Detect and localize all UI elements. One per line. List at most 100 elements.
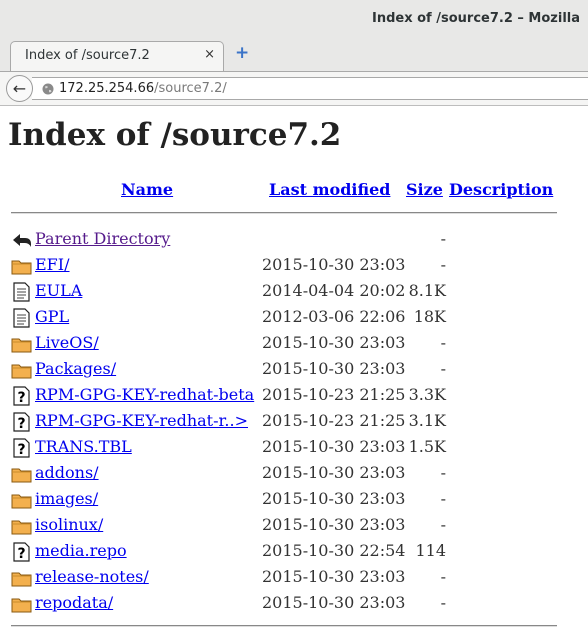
file-link[interactable]: Parent Directory: [35, 229, 170, 248]
file-size: 8.1K: [408, 281, 446, 300]
navigation-bar: 172.25.254.66/source7.2/ ←: [0, 72, 588, 106]
footer-divider: [11, 625, 557, 627]
file-row: addons/2015-10-30 23:03 -: [0, 460, 588, 486]
last-modified: 2015-10-30 23:03: [262, 489, 406, 508]
last-modified: 2015-10-23 21:25: [262, 411, 406, 430]
tab-label: Index of /source7.2: [25, 48, 150, 63]
file-row: Parent Directory -: [0, 226, 588, 252]
file-size: -: [440, 515, 446, 534]
tab-strip: Index of /source7.2 ×: [0, 38, 588, 72]
file-link[interactable]: TRANS.TBL: [35, 437, 132, 456]
file-row: repodata/2015-10-30 23:03 -: [0, 590, 588, 616]
last-modified: 2015-10-30 23:03: [262, 359, 406, 378]
window-title: Index of /source7.2 – Mozilla: [372, 11, 580, 26]
last-modified: 2015-10-30 22:54: [262, 541, 406, 560]
file-size: -: [440, 567, 446, 586]
file-link[interactable]: EULA: [35, 281, 82, 300]
file-link[interactable]: RPM-GPG-KEY-redhat-r..>: [35, 411, 248, 430]
window-titlebar: Index of /source7.2 – Mozilla: [0, 0, 588, 38]
folder-icon: [11, 490, 33, 510]
file-size: 114: [415, 541, 446, 560]
file-row: GPL 2012-03-06 22:06 18K: [0, 304, 588, 330]
svg-text:?: ?: [17, 390, 25, 406]
last-modified: 2015-10-23 21:25: [262, 385, 406, 404]
file-link[interactable]: repodata/: [35, 593, 113, 612]
back-icon: [11, 230, 33, 250]
file-row: EULA 2014-04-04 20:02 8.1K: [0, 278, 588, 304]
file-size: 3.1K: [408, 411, 446, 430]
folder-icon: [11, 464, 33, 484]
file-size: -: [440, 489, 446, 508]
file-row: Packages/2015-10-30 23:03 -: [0, 356, 588, 382]
column-header-size[interactable]: Size: [406, 180, 443, 199]
page-heading: Index of /source7.2: [8, 117, 342, 153]
file-size: -: [440, 463, 446, 482]
file-row: EFI/2015-10-30 23:03 -: [0, 252, 588, 278]
unknown-file-icon: ?: [11, 542, 33, 562]
last-modified: 2015-10-30 23:03: [262, 593, 406, 612]
last-modified: 2012-03-06 22:06: [262, 307, 406, 326]
file-row: ? RPM-GPG-KEY-redhat-r..> 2015-10-23 21:25…: [0, 408, 588, 434]
column-header-last-modified[interactable]: Last modified: [269, 180, 390, 199]
tab-close-icon[interactable]: ×: [204, 47, 215, 62]
unknown-file-icon: ?: [11, 438, 33, 458]
header-divider: [11, 212, 557, 214]
page-content: Index of /source7.2 Name Last modified S…: [0, 107, 588, 638]
file-link[interactable]: release-notes/: [35, 567, 149, 586]
file-size: -: [440, 333, 446, 352]
last-modified: 2015-10-30 23:03: [262, 255, 406, 274]
file-row: isolinux/2015-10-30 23:03 -: [0, 512, 588, 538]
file-size: 18K: [413, 307, 446, 326]
file-row: ? TRANS.TBL 2015-10-30 23:03 1.5K: [0, 434, 588, 460]
file-link[interactable]: isolinux/: [35, 515, 103, 534]
last-modified: 2015-10-30 23:03: [262, 463, 406, 482]
file-link[interactable]: GPL: [35, 307, 69, 326]
svg-text:?: ?: [17, 416, 25, 432]
file-row: LiveOS/2015-10-30 23:03 -: [0, 330, 588, 356]
column-header-description[interactable]: Description: [449, 180, 553, 199]
folder-icon: [11, 334, 33, 354]
folder-icon: [11, 256, 33, 276]
file-size: -: [440, 255, 446, 274]
url-host: 172.25.254.66: [59, 81, 155, 96]
url-text: 172.25.254.66/source7.2/: [59, 81, 227, 96]
last-modified: 2015-10-30 23:03: [262, 567, 406, 586]
last-modified: 2014-04-04 20:02: [262, 281, 406, 300]
file-link[interactable]: RPM-GPG-KEY-redhat-beta: [35, 385, 254, 404]
svg-text:?: ?: [17, 546, 25, 562]
file-row: ? RPM-GPG-KEY-redhat-beta 2015-10-23 21:25…: [0, 382, 588, 408]
new-tab-icon[interactable]: +: [235, 45, 249, 62]
url-path: /source7.2/: [154, 81, 227, 96]
file-row: release-notes/2015-10-30 23:03 -: [0, 564, 588, 590]
file-link[interactable]: images/: [35, 489, 98, 508]
file-size: -: [440, 593, 446, 612]
file-link[interactable]: media.repo: [35, 541, 127, 560]
file-link[interactable]: EFI/: [35, 255, 70, 274]
last-modified: 2015-10-30 23:03: [262, 515, 406, 534]
folder-icon: [11, 594, 33, 614]
back-button[interactable]: ←: [6, 75, 33, 102]
tab-active[interactable]: Index of /source7.2 ×: [10, 41, 224, 71]
file-row: ? media.repo 2015-10-30 22:54 114: [0, 538, 588, 564]
unknown-file-icon: ?: [11, 412, 33, 432]
last-modified: 2015-10-30 23:03: [262, 437, 406, 456]
file-link[interactable]: LiveOS/: [35, 333, 99, 352]
file-size: -: [440, 229, 446, 248]
svg-text:?: ?: [17, 442, 25, 458]
column-header-name[interactable]: Name: [121, 180, 173, 199]
file-row: images/2015-10-30 23:03 -: [0, 486, 588, 512]
folder-icon: [11, 360, 33, 380]
globe-icon: [42, 83, 54, 95]
file-size: 3.3K: [408, 385, 446, 404]
text-file-icon: [11, 308, 33, 328]
url-bar[interactable]: 172.25.254.66/source7.2/: [32, 77, 588, 100]
file-size: 1.5K: [408, 437, 446, 456]
folder-icon: [11, 516, 33, 536]
back-arrow-icon: ←: [12, 79, 27, 98]
file-link[interactable]: addons/: [35, 463, 99, 482]
last-modified: 2015-10-30 23:03: [262, 333, 406, 352]
file-link[interactable]: Packages/: [35, 359, 116, 378]
text-file-icon: [11, 282, 33, 302]
folder-icon: [11, 568, 33, 588]
unknown-file-icon: ?: [11, 386, 33, 406]
